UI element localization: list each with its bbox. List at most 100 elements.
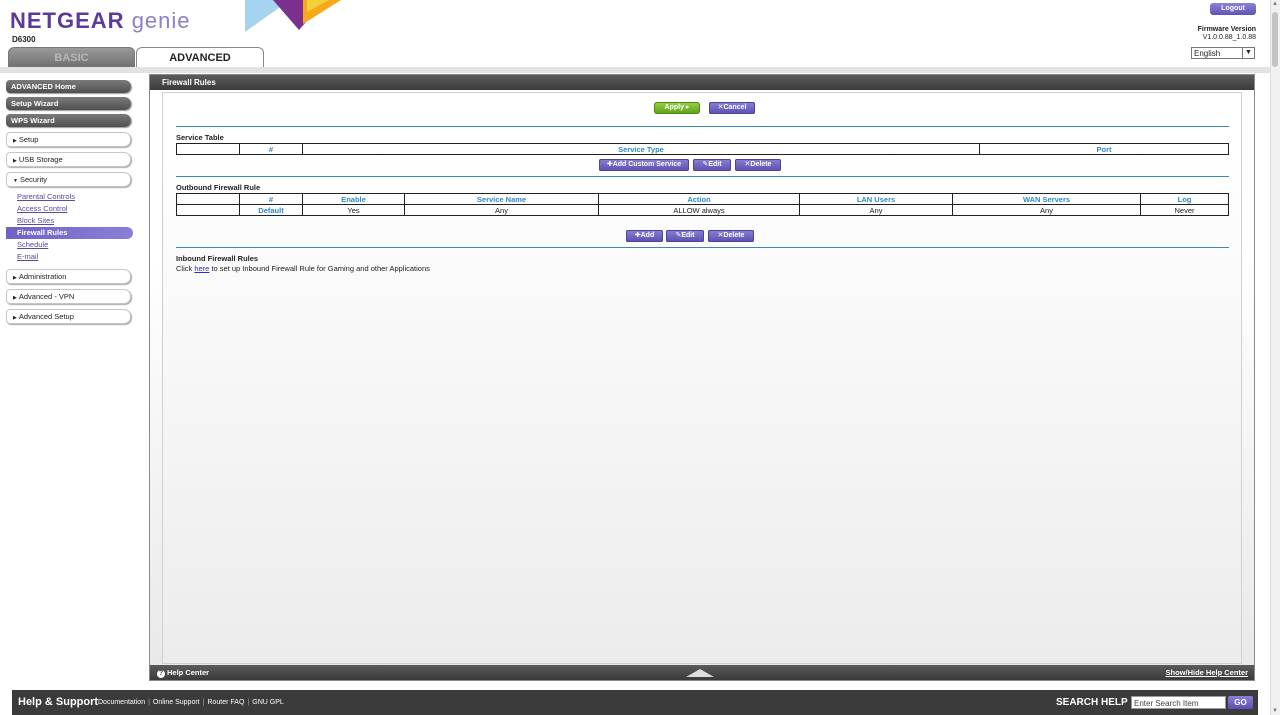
outbound-rule-title: Outbound Firewall Rule: [176, 183, 261, 192]
chevron-down-icon: ▼: [1242, 48, 1254, 58]
sidebar-item-block-sites[interactable]: Block Sites: [6, 215, 131, 227]
nav-setup[interactable]: ▶ Setup: [6, 132, 131, 147]
service-delete-label: Delete: [750, 161, 772, 168]
caret-right-icon: ▶: [13, 295, 17, 301]
rule-number-cell: Default: [239, 204, 303, 216]
add-rule-label: Add: [640, 232, 655, 239]
question-icon: ?: [157, 670, 165, 678]
sidebar-item-firewall-rules[interactable]: Firewall Rules: [6, 227, 133, 239]
show-hide-help-center-link[interactable]: Show/Hide Help Center: [1165, 665, 1248, 680]
firmware-version-label: Firmware Version: [1197, 26, 1256, 33]
language-select[interactable]: English ▼: [1191, 47, 1255, 59]
cancel-button[interactable]: ✕Cancel: [709, 102, 755, 114]
scroll-up-icon[interactable]: ▲: [1272, 1, 1278, 7]
caret-down-icon: ▼: [13, 178, 18, 184]
section-divider: [176, 247, 1229, 248]
scrollbar-thumb[interactable]: [1272, 12, 1278, 67]
tab-basic[interactable]: BASIC: [8, 47, 135, 68]
add-rule-button[interactable]: ✚Add: [626, 230, 663, 242]
sidebar-item-parental-controls[interactable]: Parental Controls: [6, 191, 131, 203]
table-header-row: # Service Type Port: [176, 143, 1229, 155]
column-header: Port: [979, 143, 1229, 155]
sidebar: ADVANCED Home Setup Wizard WPS Wizard ▶ S…: [6, 80, 133, 329]
outbound-rules-table: # Enable Service Name Action LAN Users W…: [176, 193, 1229, 216]
add-custom-service-button[interactable]: ✚Add Custom Service: [599, 159, 689, 171]
header-divider: [0, 67, 1271, 73]
service-delete-button[interactable]: ✕Delete: [735, 159, 781, 171]
sidebar-item-access-control[interactable]: Access Control: [6, 203, 131, 215]
nav-advanced-setup[interactable]: ▶ Advanced Setup: [6, 309, 131, 324]
help-center-toggle[interactable]: ? Help Center: [157, 665, 209, 680]
cancel-button-label: Cancel: [723, 104, 747, 111]
service-edit-label: Edit: [708, 161, 722, 168]
add-custom-service-label: Add Custom Service: [612, 161, 682, 168]
router-faq-link[interactable]: Router FAQ: [207, 699, 244, 706]
nav-wps-wizard[interactable]: WPS Wizard: [6, 114, 131, 127]
scroll-down-icon[interactable]: ▼: [1272, 708, 1278, 714]
service-edit-button[interactable]: ✎Edit: [693, 159, 731, 171]
search-help-input[interactable]: Enter Search Item: [1131, 696, 1226, 709]
security-submenu: Parental Controls Access Control Block S…: [6, 191, 133, 263]
help-center-bar: ? Help Center Show/Hide Help Center: [150, 665, 1254, 680]
search-help-label: SEARCH HELP: [1056, 697, 1128, 708]
page-title: Firewall Rules: [150, 75, 1254, 90]
inbound-rules-title: Inbound Firewall Rules: [176, 254, 259, 263]
help-center-label: Help Center: [167, 668, 210, 677]
column-header: #: [239, 193, 303, 205]
nav-usb-storage[interactable]: ▶ USB Storage: [6, 152, 131, 167]
delete-rule-label: Delete: [723, 232, 745, 239]
netgear-genie-logo: NETGEAR genie: [10, 8, 191, 34]
logout-button[interactable]: Logout: [1210, 3, 1256, 15]
brand-graphic: [245, 0, 345, 32]
panel-content: Apply ▸ ✕Cancel Service Table # Service …: [162, 92, 1242, 664]
logo-genie-text: genie: [131, 8, 191, 33]
nav-advanced-setup-label: Advanced Setup: [18, 312, 74, 321]
sidebar-item-email[interactable]: E-mail: [6, 251, 131, 263]
column-header: WAN Servers: [952, 193, 1141, 205]
nav-security-label: Security: [19, 175, 48, 184]
sidebar-item-schedule[interactable]: Schedule: [6, 239, 131, 251]
inbound-rules-text: Click here to set up Inbound Firewall Ru…: [176, 264, 430, 273]
gnu-gpl-link[interactable]: GNU GPL: [252, 699, 284, 706]
language-selected-value: English: [1194, 49, 1221, 58]
router-model: D6300: [12, 35, 36, 44]
rule-action-cell: ALLOW always: [598, 204, 800, 216]
firewall-rules-panel: Firewall Rules Apply ▸ ✕Cancel Service T…: [149, 74, 1255, 681]
service-table: # Service Type Port: [176, 143, 1229, 155]
delete-rule-button[interactable]: ✕Delete: [708, 230, 754, 242]
rule-log-cell: Never: [1140, 204, 1229, 216]
service-table-title: Service Table: [176, 133, 224, 142]
column-header: Service Type: [302, 143, 980, 155]
expand-arrow-icon[interactable]: [686, 669, 714, 677]
online-support-link[interactable]: Online Support: [153, 699, 200, 706]
nav-advanced-vpn[interactable]: ▶ Advanced - VPN: [6, 289, 131, 304]
help-support-bar: Help & Support Documentation | Online Supp…: [12, 690, 1258, 715]
apply-button[interactable]: Apply ▸: [654, 102, 700, 114]
table-row[interactable]: Default Yes Any ALLOW always Any Any Nev…: [176, 204, 1229, 216]
nav-security[interactable]: ▼ Security: [6, 172, 131, 187]
section-divider: [176, 176, 1229, 177]
inbound-text-before: Click: [176, 264, 195, 273]
column-header: LAN Users: [799, 193, 953, 205]
documentation-link[interactable]: Documentation: [98, 699, 145, 706]
tab-advanced[interactable]: ADVANCED: [136, 47, 264, 68]
nav-setup-label: Setup: [18, 135, 39, 144]
nav-administration-label: Administration: [18, 272, 67, 281]
caret-right-icon: ▶: [13, 315, 17, 321]
edit-rule-button[interactable]: ✎Edit: [666, 230, 704, 242]
inbound-rules-here-link[interactable]: here: [194, 264, 209, 273]
section-divider: [176, 126, 1229, 127]
search-go-button[interactable]: GO: [1228, 696, 1253, 709]
caret-right-icon: ▶: [13, 158, 17, 164]
caret-right-icon: ▶: [13, 275, 17, 281]
table-header-row: # Enable Service Name Action LAN Users W…: [176, 193, 1229, 205]
nav-administration[interactable]: ▶ Administration: [6, 269, 131, 284]
column-header: Service Name: [404, 193, 599, 205]
column-header: #: [239, 143, 303, 155]
nav-advanced-home[interactable]: ADVANCED Home: [6, 80, 131, 93]
logo-netgear-text: NETGEAR: [10, 8, 125, 33]
inbound-text-after: to set up Inbound Firewall Rule for Gami…: [209, 264, 430, 273]
rule-lan-users-cell: Any: [799, 204, 953, 216]
page-scrollbar[interactable]: ▲ ▼: [1270, 0, 1280, 715]
nav-setup-wizard[interactable]: Setup Wizard: [6, 97, 131, 110]
